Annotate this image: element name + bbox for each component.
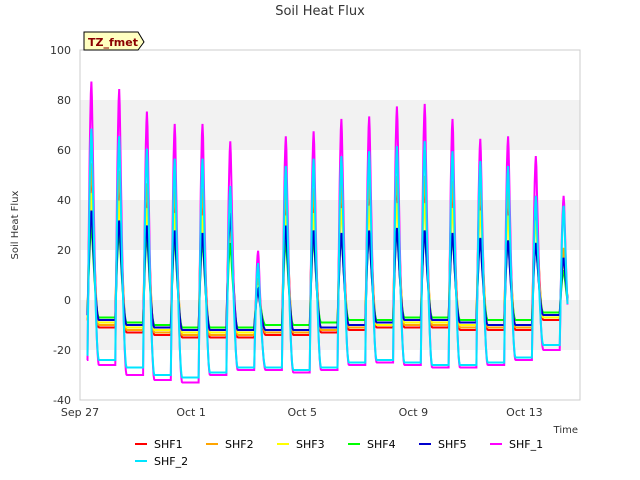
legend-item-shf4: SHF4 (348, 438, 396, 451)
tag-label: TZ_fmet (88, 36, 138, 49)
x-axis-ticks: Sep 27 Oct 1 Oct 5 Oct 9 Oct 13 (61, 406, 543, 419)
legend-label: SHF1 (154, 438, 183, 451)
legend-item-shf5: SHF5 (419, 438, 467, 451)
soil-heat-flux-chart: -40-20020406080100 Sep 27 Oct 1 Oct 5 Oct 9… (10, 4, 581, 468)
legend: SHF1 SHF2 SHF3 SHF4 SHF5 SHF_1 SHF_2 (135, 438, 543, 468)
legend-label: SHF4 (367, 438, 396, 451)
y-tick-label: 20 (57, 244, 71, 257)
x-tick-label: Sep 27 (61, 406, 99, 419)
legend-item-shf1: SHF1 (135, 438, 183, 451)
chart-title: Soil Heat Flux (275, 4, 365, 19)
y-tick-label: 0 (64, 294, 71, 307)
grid-band (80, 100, 580, 150)
legend-item-shf3: SHF3 (277, 438, 325, 451)
legend-label: SHF_1 (509, 438, 543, 451)
x-axis-label: Time (553, 425, 578, 436)
legend-label: SHF_2 (154, 455, 188, 468)
legend-label: SHF5 (438, 438, 467, 451)
legend-item-shf2: SHF2 (206, 438, 254, 451)
legend-label: SHF2 (225, 438, 254, 451)
legend-label: SHF3 (296, 438, 325, 451)
legend-item-shf-1: SHF_1 (490, 438, 543, 451)
y-tick-label: 100 (50, 44, 71, 57)
grid-band (80, 50, 580, 100)
legend-item-shf-2: SHF_2 (135, 455, 188, 468)
grid-band (80, 150, 580, 200)
tz-tag: TZ_fmet (83, 31, 145, 51)
y-tick-label: -20 (53, 344, 71, 357)
x-tick-label: Oct 13 (506, 406, 543, 419)
y-tick-label: 80 (57, 94, 71, 107)
y-axis-label: Soil Heat Flux (10, 190, 21, 259)
x-tick-label: Oct 5 (287, 406, 317, 419)
x-tick-label: Oct 1 (176, 406, 206, 419)
y-tick-label: 40 (57, 194, 71, 207)
x-tick-label: Oct 9 (399, 406, 429, 419)
y-tick-label: 60 (57, 144, 71, 157)
y-axis-ticks: -40-20020406080100 (50, 44, 71, 407)
